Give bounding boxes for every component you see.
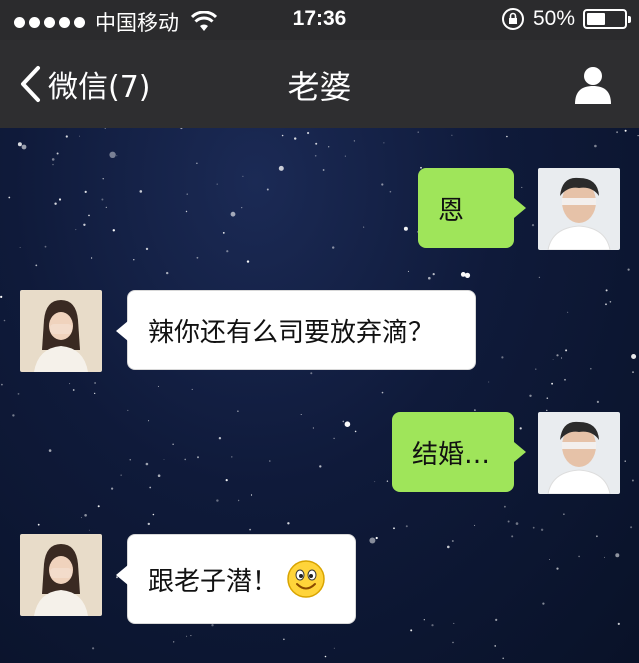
person-icon[interactable] bbox=[573, 64, 613, 104]
contact-avatar[interactable] bbox=[20, 534, 102, 616]
message-bubble-incoming[interactable]: 跟老子潜！ bbox=[116, 534, 356, 624]
my-avatar[interactable] bbox=[538, 412, 620, 494]
chat-title: 老婆 bbox=[287, 68, 352, 106]
message-text: 恩 bbox=[438, 195, 465, 226]
navigation-bar: 微信(7) 老婆 bbox=[0, 40, 639, 128]
message-text: 辣你还有么司要放弃滴？ bbox=[148, 317, 435, 348]
message-text: 跟老子潜！ bbox=[148, 566, 279, 597]
message-bubble-outgoing[interactable]: 结婚… bbox=[392, 412, 526, 492]
chat-area[interactable]: 恩 辣你还有么司要放弃滴？ 结婚… 跟老子潜！ bbox=[0, 128, 639, 663]
battery-icon bbox=[583, 9, 631, 29]
status-right: 50% bbox=[501, 7, 631, 31]
my-avatar[interactable] bbox=[538, 168, 620, 250]
message-bubble-incoming[interactable]: 辣你还有么司要放弃滴？ bbox=[116, 290, 476, 370]
message-bubble-outgoing[interactable]: 恩 bbox=[418, 168, 526, 248]
contact-avatar[interactable] bbox=[20, 290, 102, 372]
status-bar: 中国移动 17:36 50% bbox=[0, 0, 639, 40]
battery-level bbox=[587, 13, 605, 25]
smiley-emoji bbox=[287, 560, 325, 598]
rotation-lock-icon bbox=[501, 8, 524, 30]
battery-percent: 50% bbox=[532, 7, 575, 30]
message-text: 结婚… bbox=[412, 439, 491, 470]
